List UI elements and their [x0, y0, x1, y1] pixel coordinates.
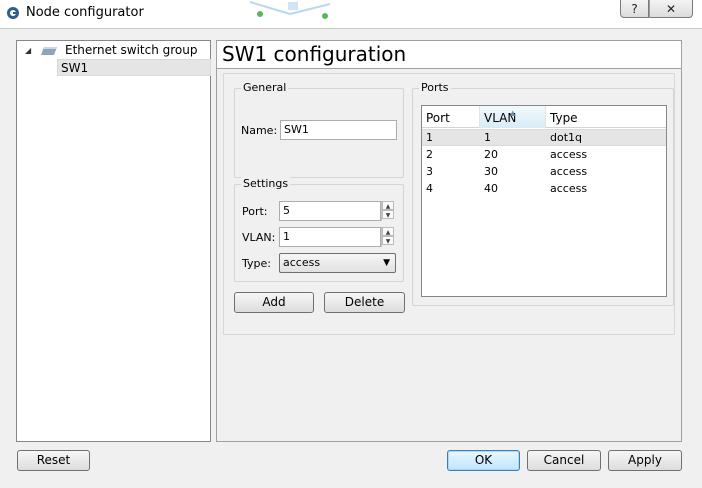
- cell-type: dot1q: [550, 131, 583, 144]
- table-row[interactable]: 4 40 access: [422, 181, 666, 198]
- cell-port: 3: [426, 165, 433, 178]
- settings-group: Settings Port: 5 ▲ ▼ VLAN: 1 ▲ ▼ Type: a…: [234, 177, 404, 282]
- ethernet-switch-icon: [41, 47, 57, 55]
- port-spin-arrows[interactable]: ▲ ▼: [381, 201, 394, 221]
- spin-down-icon[interactable]: ▼: [382, 236, 394, 245]
- cell-type: access: [550, 165, 588, 178]
- ports-table[interactable]: Port ▲ VLAN Type 1 1 dot1q 2 20 access 3…: [421, 105, 667, 297]
- cancel-button[interactable]: Cancel: [527, 450, 601, 471]
- vlan-label: VLAN:: [242, 231, 276, 244]
- tree-item-group[interactable]: ◢ Ethernet switch group: [17, 42, 210, 59]
- close-button[interactable]: ✕: [649, 0, 693, 18]
- help-button[interactable]: ?: [620, 0, 649, 18]
- general-group: General Name: SW1: [234, 81, 404, 178]
- window-title: Node configurator: [26, 5, 144, 20]
- name-field[interactable]: SW1: [280, 120, 397, 140]
- panel-title: SW1 configuration: [217, 41, 681, 69]
- reset-button[interactable]: Reset: [17, 450, 90, 471]
- column-header-type[interactable]: Type: [546, 106, 666, 128]
- type-select[interactable]: access ▼: [279, 253, 396, 273]
- port-spinbox[interactable]: 5: [279, 201, 381, 221]
- expanded-arrow-icon[interactable]: ◢: [25, 46, 31, 55]
- vlan-spinbox[interactable]: 1: [279, 227, 381, 247]
- node-tree[interactable]: ◢ Ethernet switch group SW1: [16, 40, 211, 442]
- general-title: General: [241, 81, 289, 94]
- cell-vlan: 30: [484, 165, 498, 178]
- add-button[interactable]: Add: [234, 292, 314, 313]
- ok-button[interactable]: OK: [447, 450, 520, 471]
- cell-vlan: 40: [484, 182, 498, 195]
- sort-ascending-icon: ▲: [510, 109, 516, 117]
- type-label: Type:: [242, 257, 271, 270]
- spin-up-icon[interactable]: ▲: [382, 227, 394, 236]
- ports-group: Ports Port ▲ VLAN Type 1 1 dot1q 2 20 ac…: [412, 81, 674, 306]
- cell-port: 1: [426, 131, 433, 144]
- delete-button[interactable]: Delete: [324, 292, 405, 313]
- help-label: ?: [631, 1, 638, 16]
- table-row[interactable]: 3 30 access: [422, 164, 666, 181]
- cell-vlan: 1: [484, 131, 491, 144]
- tree-item-sw1[interactable]: SW1: [57, 59, 211, 76]
- column-header-port[interactable]: Port: [422, 106, 480, 128]
- port-label: Port:: [242, 205, 268, 218]
- tree-group-label: Ethernet switch group: [65, 43, 198, 57]
- close-icon: ✕: [665, 1, 677, 16]
- type-select-value: access: [283, 256, 321, 269]
- vlan-spin-arrows[interactable]: ▲ ▼: [381, 227, 394, 247]
- column-header-vlan[interactable]: ▲ VLAN: [480, 106, 546, 128]
- cell-port: 4: [426, 182, 433, 195]
- cell-port: 2: [426, 148, 433, 161]
- dialog-body: ◢ Ethernet switch group SW1 SW1 configur…: [0, 28, 702, 488]
- ports-table-header: Port ▲ VLAN Type: [422, 106, 666, 128]
- table-row[interactable]: 2 20 access: [422, 147, 666, 164]
- background-topology-icon: [249, 1, 331, 19]
- apply-button[interactable]: Apply: [608, 450, 682, 471]
- cell-type: access: [550, 182, 588, 195]
- name-label: Name:: [241, 124, 278, 137]
- spin-up-icon[interactable]: ▲: [382, 201, 394, 210]
- gns3-logo-icon: [7, 7, 19, 19]
- table-row[interactable]: 1 1 dot1q: [422, 129, 666, 146]
- settings-title: Settings: [241, 177, 291, 190]
- title-bar: Node configurator ? ✕: [0, 0, 702, 28]
- cell-vlan: 20: [484, 148, 498, 161]
- cell-type: access: [550, 148, 588, 161]
- dropdown-arrow-icon: ▼: [383, 258, 390, 268]
- ports-title: Ports: [419, 81, 451, 94]
- configuration-panel: SW1 configuration General Name: SW1 Sett…: [216, 40, 682, 442]
- configuration-frame: General Name: SW1 Settings Port: 5 ▲ ▼ V…: [223, 73, 675, 335]
- node-configurator-window: Node configurator ? ✕ ◢ Ethernet switch …: [0, 0, 702, 488]
- spin-down-icon[interactable]: ▼: [382, 210, 394, 219]
